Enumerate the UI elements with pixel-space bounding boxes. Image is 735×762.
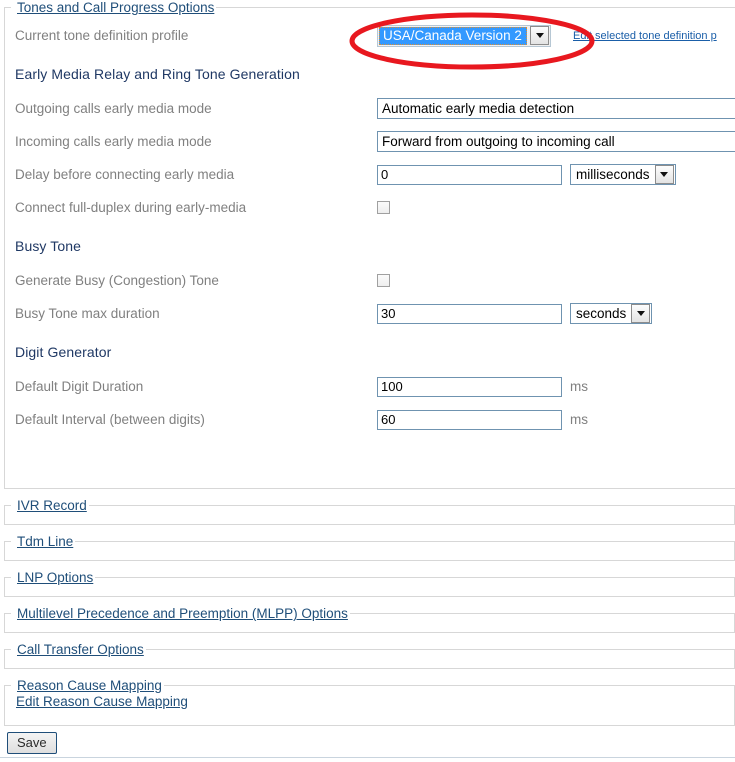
- delay-before-connecting-early-media-input[interactable]: [377, 164, 562, 185]
- busy-tone-duration-unit-select[interactable]: seconds: [570, 303, 653, 324]
- chevron-down-icon[interactable]: [654, 165, 674, 184]
- row-incoming-calls-early-media-mode: Incoming calls early media mode Forward …: [5, 125, 735, 158]
- edit-selected-tone-definition-profile-link[interactable]: Edit selected tone definition p: [573, 30, 717, 42]
- row-current-tone-definition-profile: Current tone definition profile USA/Cana…: [5, 19, 735, 52]
- generate-busy-tone-checkbox[interactable]: [377, 274, 390, 287]
- section-legend-tdm-line: Tdm Line: [11, 534, 75, 549]
- row-default-digit-duration: Default Digit Duration ms: [5, 370, 735, 403]
- label-incoming-calls-early-media-mode: Incoming calls early media mode: [15, 134, 212, 149]
- section-legend-link-call-transfer-options[interactable]: Call Transfer Options: [17, 642, 144, 657]
- section-reason-cause-mapping: Reason Cause Mapping Edit Reason Cause M…: [4, 678, 735, 726]
- control-group-full-duplex: [377, 201, 390, 214]
- control-group-delay: milliseconds: [377, 164, 676, 185]
- default-digit-duration-input[interactable]: [377, 376, 562, 397]
- current-tone-definition-profile-value: USA/Canada Version 2: [379, 26, 527, 45]
- section-legend-tones: Tones and Call Progress Options: [11, 0, 216, 15]
- row-default-interval-between-digits: Default Interval (between digits) ms: [5, 403, 735, 436]
- edit-reason-cause-mapping-link[interactable]: Edit Reason Cause Mapping: [16, 694, 188, 709]
- section-legend-link-lnp-options[interactable]: LNP Options: [17, 570, 93, 585]
- chevron-down-icon[interactable]: [631, 304, 651, 323]
- section-legend-link-mlpp-options[interactable]: Multilevel Precedence and Preemption (ML…: [17, 606, 348, 621]
- section-call-transfer-options[interactable]: Call Transfer Options: [4, 642, 735, 669]
- label-outgoing-calls-early-media-mode: Outgoing calls early media mode: [15, 101, 212, 116]
- heading-early-media-relay: Early Media Relay and Ring Tone Generati…: [15, 66, 300, 82]
- section-body: Current tone definition profile USA/Cana…: [5, 15, 735, 436]
- connect-full-duplex-checkbox[interactable]: [377, 201, 390, 214]
- section-tones-and-call-progress: Tones and Call Progress Options Current …: [4, 0, 735, 489]
- current-tone-definition-profile-select[interactable]: USA/Canada Version 2: [377, 24, 551, 47]
- page-bottom-divider: [0, 757, 735, 758]
- section-mlpp-options[interactable]: Multilevel Precedence and Preemption (ML…: [4, 606, 735, 633]
- section-legend-call-transfer-options: Call Transfer Options: [11, 642, 146, 657]
- control-group-digit-duration: ms: [377, 376, 588, 397]
- outgoing-calls-early-media-mode-select[interactable]: Automatic early media detection: [377, 98, 735, 119]
- label-generate-busy-congestion-tone: Generate Busy (Congestion) Tone: [15, 273, 219, 288]
- control-group-generate-busy: [377, 274, 390, 287]
- control-group-busy-duration: seconds: [377, 303, 653, 324]
- row-outgoing-calls-early-media-mode: Outgoing calls early media mode Automati…: [5, 92, 735, 125]
- label-default-interval-between-digits: Default Interval (between digits): [15, 412, 205, 427]
- incoming-calls-early-media-mode-select[interactable]: Forward from outgoing to incoming call: [377, 131, 735, 152]
- reason-cause-mapping-body: Edit Reason Cause Mapping: [5, 693, 734, 709]
- control-group-incoming-mode: Forward from outgoing to incoming call: [377, 131, 735, 152]
- delay-unit-select[interactable]: milliseconds: [570, 164, 676, 185]
- default-digit-duration-unit: ms: [570, 379, 588, 394]
- section-legend-link-reason-cause-mapping[interactable]: Reason Cause Mapping: [17, 678, 162, 693]
- label-default-digit-duration: Default Digit Duration: [15, 379, 144, 394]
- label-delay-before-connecting-early-media: Delay before connecting early media: [15, 167, 235, 182]
- delay-unit-value: milliseconds: [576, 167, 650, 182]
- label-current-tone-definition-profile: Current tone definition profile: [15, 28, 189, 43]
- heading-busy-tone: Busy Tone: [15, 238, 82, 254]
- row-busy-tone-max-duration: Busy Tone max duration seconds: [5, 297, 735, 330]
- section-legend-mlpp-options: Multilevel Precedence and Preemption (ML…: [11, 606, 350, 621]
- save-button[interactable]: Save: [7, 732, 57, 754]
- heading-digit-generator: Digit Generator: [15, 344, 112, 360]
- section-legend-link-tdm-line[interactable]: Tdm Line: [17, 534, 73, 549]
- footer-actions: Save: [0, 726, 735, 754]
- section-legend-ivr-record: IVR Record: [11, 498, 89, 513]
- control-group-outgoing-mode: Automatic early media detection: [377, 98, 735, 119]
- section-legend-link-tones[interactable]: Tones and Call Progress Options: [17, 0, 214, 15]
- control-group-profile: USA/Canada Version 2 Edit selected tone …: [377, 24, 717, 47]
- settings-page: Tones and Call Progress Options Current …: [0, 0, 735, 762]
- section-ivr-record[interactable]: IVR Record: [4, 498, 735, 525]
- section-legend-link-ivr-record[interactable]: IVR Record: [17, 498, 87, 513]
- section-legend-reason-cause-mapping: Reason Cause Mapping: [11, 678, 164, 693]
- row-connect-full-duplex-during-early-media: Connect full-duplex during early-media: [5, 191, 735, 224]
- default-interval-unit: ms: [570, 412, 588, 427]
- label-busy-tone-max-duration: Busy Tone max duration: [15, 306, 160, 321]
- section-legend-lnp-options: LNP Options: [11, 570, 95, 585]
- label-connect-full-duplex-during-early-media: Connect full-duplex during early-media: [15, 200, 247, 215]
- row-delay-before-connecting-early-media: Delay before connecting early media mill…: [5, 158, 735, 191]
- default-interval-input[interactable]: [377, 409, 562, 430]
- busy-tone-duration-unit-value: seconds: [576, 306, 627, 321]
- section-tdm-line[interactable]: Tdm Line: [4, 534, 735, 561]
- section-lnp-options[interactable]: LNP Options: [4, 570, 735, 597]
- chevron-down-icon[interactable]: [530, 26, 549, 45]
- control-group-default-interval: ms: [377, 409, 588, 430]
- row-generate-busy-congestion-tone: Generate Busy (Congestion) Tone: [5, 264, 735, 297]
- busy-tone-max-duration-input[interactable]: [377, 303, 562, 324]
